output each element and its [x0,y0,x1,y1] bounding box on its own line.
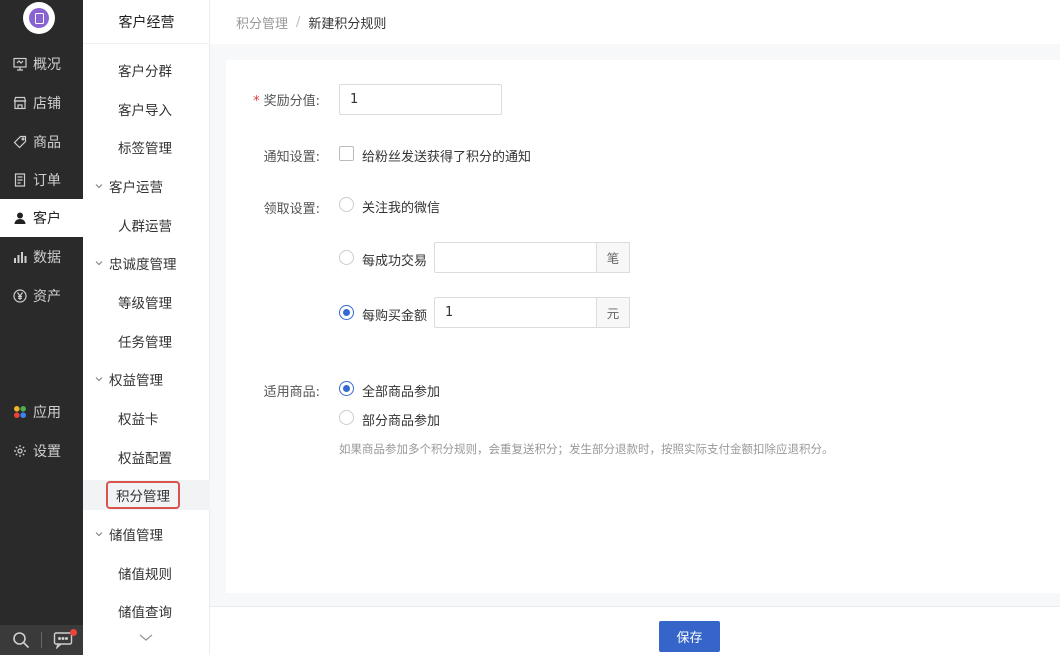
notify-option-label[interactable]: 给粉丝发送获得了积分的通知 [362,146,531,165]
app-logo[interactable] [23,2,55,34]
sidebar-item-crowd-operations[interactable]: 人群运营 [83,210,210,240]
all-goods-label[interactable]: 全部商品参加 [362,381,440,400]
sidebar-title: 客户经营 [83,0,210,44]
partial-goods-radio[interactable] [339,410,354,425]
per-amount-input[interactable]: 1 [434,297,597,328]
sidebar-item-benefit-config[interactable]: 权益配置 [83,442,210,472]
sidebar-item-task-management[interactable]: 任务管理 [83,326,210,356]
nav-item-data[interactable]: 数据 [0,238,83,276]
save-button[interactable]: 保存 [659,621,720,652]
sidebar-group-loyalty[interactable]: 忠诚度管理 [83,248,210,278]
partial-goods-label[interactable]: 部分商品参加 [362,410,440,429]
sidebar-item-stored-value-rules[interactable]: 储值规则 [83,558,210,588]
tag-icon [12,134,28,150]
sidebar-item-stored-value-query[interactable]: 储值查询 [83,596,210,626]
message-button[interactable] [42,625,83,655]
per-amount-radio[interactable] [339,305,354,320]
secondary-sidebar: 客户经营 客户分群 客户导入 标签管理 客户运营 人群运营 忠诚度管理 等级管理… [83,0,210,655]
chevron-down-icon [95,532,103,537]
gear-icon [12,443,28,459]
goods-label: 适用商品: [263,385,320,400]
sidebar-item-customer-segments[interactable]: 客户分群 [83,55,210,85]
yen-circle-icon [12,288,28,304]
receive-label: 领取设置: [263,202,320,217]
nav-item-customers[interactable]: 客户 [0,199,83,237]
breadcrumb: 积分管理 / 新建积分规则 [210,0,1060,44]
sidebar-item-tag-management[interactable]: 标签管理 [83,132,210,162]
notify-label: 通知设置: [263,150,320,165]
chevron-down-icon [95,377,103,382]
breadcrumb-parent-link[interactable]: 积分管理 [236,13,288,32]
sidebar-group-stored-value[interactable]: 储值管理 [83,519,210,549]
nav-item-overview[interactable]: 概况 [0,45,83,83]
nav-item-settings[interactable]: 设置 [0,432,83,470]
sidebar-group-customer-operations[interactable]: 客户运营 [83,171,210,201]
sidebar-item-points-management[interactable]: 积分管理 [83,480,210,510]
chevron-down-icon [95,261,103,266]
chevron-down-icon[interactable] [138,633,154,643]
points-rule-form: * 奖励分值: 1 通知设置: 给粉丝发送获得了积分的通知 领取设置: 关注我的微… [226,60,1060,593]
nav-item-goods[interactable]: 商品 [0,123,83,161]
follow-wechat-label[interactable]: 关注我的微信 [362,197,440,216]
nav-item-assets[interactable]: 资产 [0,277,83,315]
sidebar-group-benefits[interactable]: 权益管理 [83,364,210,394]
store-icon [12,95,28,111]
per-amount-unit: 元 [596,297,630,328]
sidebar-item-level-management[interactable]: 等级管理 [83,287,210,317]
breadcrumb-separator: / [296,14,301,30]
bar-chart-icon [12,249,28,265]
chevron-down-icon [95,184,103,189]
follow-wechat-radio[interactable] [339,197,354,212]
search-icon [12,632,29,649]
points-label: * 奖励分值: [253,94,320,109]
per-amount-label[interactable]: 每购买金额 [362,305,427,324]
goods-hint-text: 如果商品参加多个积分规则，会重复送积分；发生部分退款时，按照实际支付金额扣除应退… [339,442,834,456]
nav-item-orders[interactable]: 订单 [0,161,83,199]
nav-item-apps[interactable]: 应用 [0,393,83,431]
breadcrumb-current: 新建积分规则 [308,16,387,32]
all-goods-radio[interactable] [339,381,354,396]
monitor-icon [12,56,28,72]
search-button[interactable] [0,625,41,655]
notification-dot [70,629,77,636]
points-value-input[interactable]: 1 [339,84,502,115]
sidebar-item-customer-import[interactable]: 客户导入 [83,94,210,124]
per-trade-input[interactable] [434,242,597,273]
apps-icon [12,404,28,420]
per-trade-radio[interactable] [339,250,354,265]
notify-checkbox[interactable] [339,146,354,161]
form-footer: 保存 [210,606,1060,655]
per-trade-unit: 笔 [596,242,630,273]
sidebar-item-benefit-card[interactable]: 权益卡 [83,403,210,433]
rail-bottom-bar [0,625,83,655]
nav-item-store[interactable]: 店铺 [0,84,83,122]
document-icon [12,172,28,188]
per-trade-label[interactable]: 每成功交易 [362,250,427,269]
user-icon [12,210,28,226]
main-nav-rail: 概况 店铺 商品 订单 客户 数据 资产 应用 设置 [0,0,83,655]
